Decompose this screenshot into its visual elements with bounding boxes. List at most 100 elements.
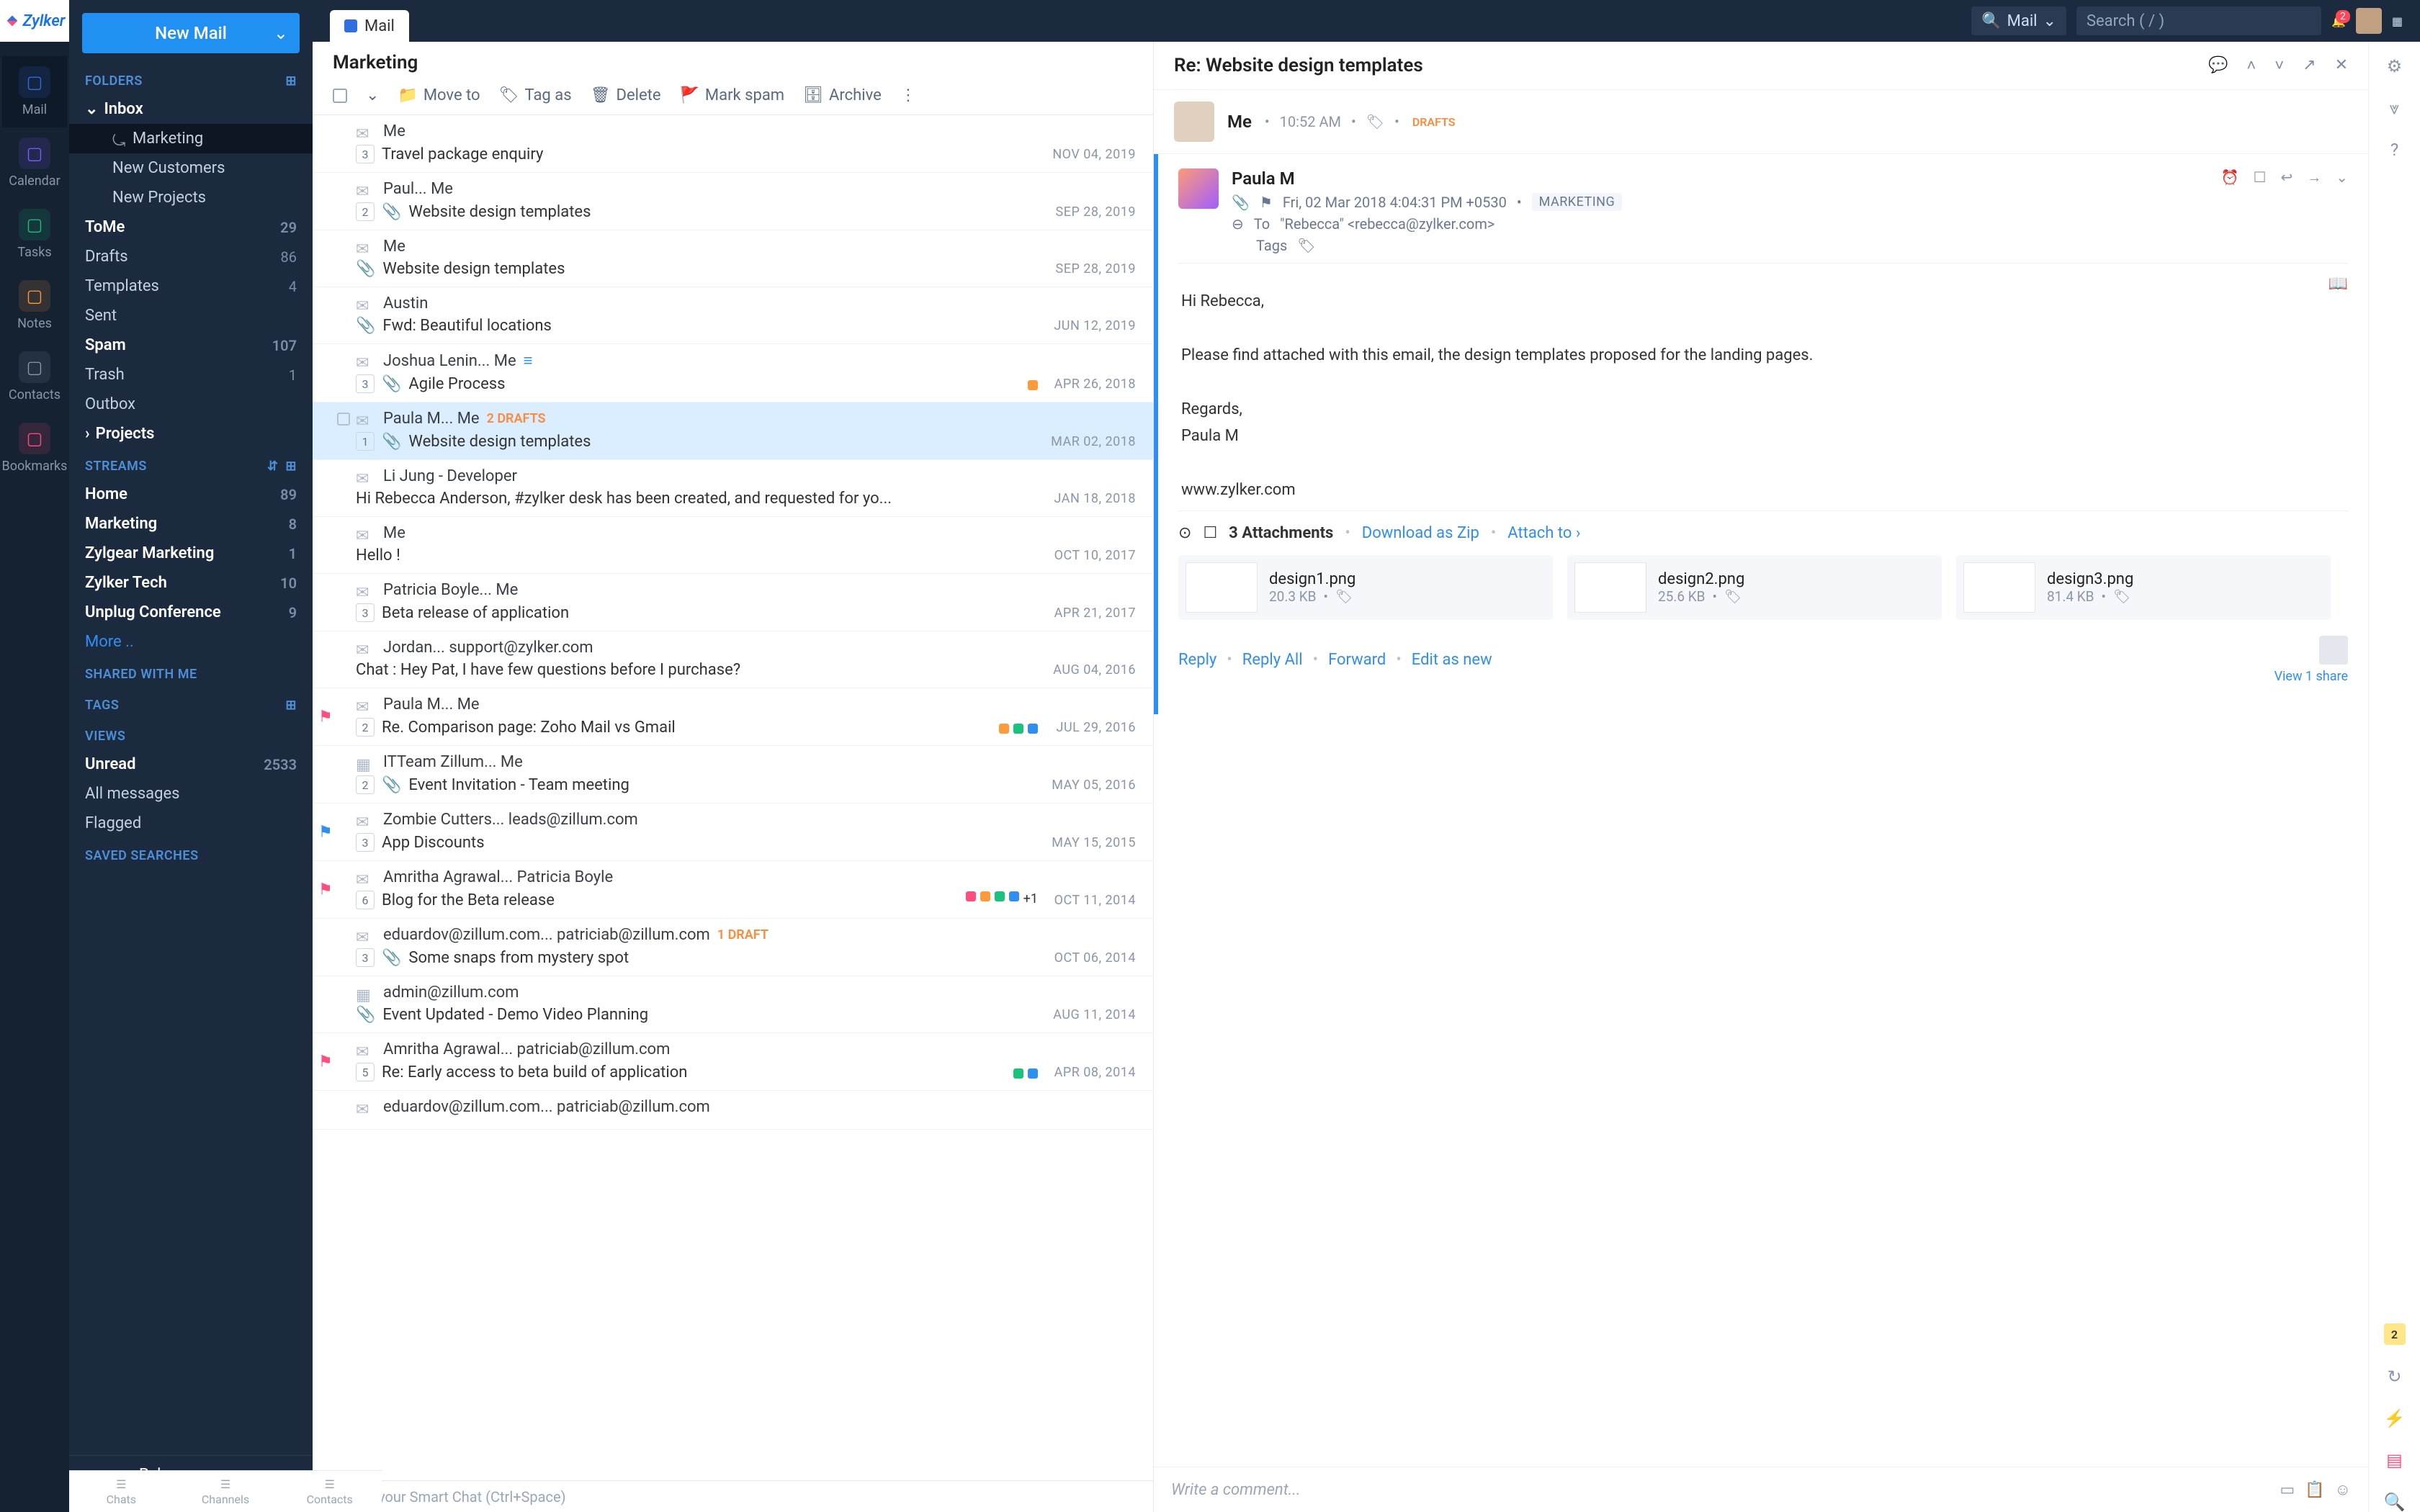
sidebar-item[interactable]: All messages [69,779,313,809]
more-icon[interactable]: ⌄ [2336,168,2348,254]
stream-icon[interactable]: ⇵ [267,459,279,474]
flag-icon[interactable]: ⚑ [1260,194,1273,211]
reader-mode-icon[interactable]: 📖 [2329,271,2348,297]
feedback-icon[interactable]: ▤ [2386,1450,2403,1470]
reminder-icon[interactable]: ⏰ [2221,168,2239,254]
sidebar-item[interactable]: Trash1 [69,360,313,390]
folder-label[interactable]: MARKETING [1532,193,1623,211]
task-icon[interactable]: ☐ [2254,168,2267,254]
rail-tasks[interactable]: ▢Tasks [2,199,68,270]
bottomrail-contacts[interactable]: ☰Contacts [277,1471,382,1512]
flag-icon[interactable]: ⚑ [318,708,333,726]
flag-icon[interactable]: ⚑ [318,1053,333,1071]
notifications-icon[interactable]: 🔔2 [2331,14,2346,28]
flag-icon[interactable]: ⚑ [318,823,333,841]
attach-to-link[interactable]: Attach to › [1507,524,1580,542]
message-row[interactable]: ✉Me📎Website design templatesSEP 28, 2019 [313,230,1153,287]
settings-icon[interactable]: ⚙ [2387,56,2403,76]
editnew-link[interactable]: Edit as new [1412,651,1492,669]
popout-icon[interactable]: ↗ [2303,56,2316,75]
emoji-icon[interactable]: ☺ [2335,1480,2351,1499]
rail-contacts[interactable]: ▢Contacts [2,341,68,413]
sidebar-item[interactable]: Zylker Tech10 [69,568,313,598]
message-row[interactable]: ✉Li Jung - DeveloperHi Rebecca Anderson,… [313,460,1153,517]
rail-bookmarks[interactable]: ▢Bookmarks [2,413,68,484]
tagas-button[interactable]: 🏷 Tag as [499,86,572,104]
message-row[interactable]: ✉MeHello !OCT 10, 2017 [313,517,1153,574]
attach-icon[interactable]: ▭ [2280,1481,2295,1499]
add-folder-icon[interactable]: ⊞ [285,73,297,89]
sidebar-item[interactable]: Spam107 [69,330,313,360]
rail-mail[interactable]: ▢Mail [2,56,68,127]
add-tag-icon[interactable]: ⊞ [285,698,297,713]
sidebar-item[interactable]: Marketing8 [69,509,313,539]
checkbox-icon[interactable]: ☐ [1203,524,1217,542]
message-row[interactable]: ✉Patricia Boyle... Me3Beta release of ap… [313,574,1153,631]
widgets-icon[interactable]: ⩔ [2390,98,2400,118]
download-zip-link[interactable]: Download as Zip [1362,524,1479,542]
sidebar-item[interactable]: Zylgear Marketing1 [69,539,313,568]
delete-button[interactable]: 🗑 Delete [591,86,661,104]
sidebar-item[interactable]: Drafts86 [69,242,313,271]
archive-button[interactable]: 🗄 Archive [803,86,882,104]
message-row[interactable]: ✉eduardov@zillum.com... patriciab@zillum… [313,919,1153,976]
view-shares-link[interactable]: View 1 share [2275,669,2348,684]
next-icon[interactable]: ˅ [2275,56,2284,75]
attachment[interactable]: design3.png81.4 KB • 🏷 [1956,555,2331,620]
sidebar-item[interactable]: Flagged [69,809,313,838]
reply-icon[interactable]: ↩ [2280,168,2293,254]
tab-mail[interactable]: Mail [330,10,409,42]
message-row[interactable]: ⚑✉Amritha Agrawal... Patricia Boyle6Blog… [313,861,1153,919]
message-row[interactable]: ✉Paula M... Me 2 DRAFTS1📎Website design … [313,402,1153,460]
rail-calendar[interactable]: ▢Calendar [2,127,68,199]
moveto-button[interactable]: 📁 Move to [398,86,480,104]
user-avatar[interactable] [2356,8,2382,34]
sidebar-item[interactable]: Home89 [69,480,313,509]
sidebar-item[interactable]: Unplug Conference9 [69,598,313,627]
message-row[interactable]: ✉eduardov@zillum.com... patriciab@zillum… [313,1091,1153,1130]
sidebar-item[interactable]: ›Projects [69,419,313,449]
message-row[interactable]: ✉Paul... Me2📎Website design templatesSEP… [313,173,1153,230]
sidebar-item[interactable]: Outbox [69,390,313,419]
search-input[interactable] [2076,6,2321,35]
rail-notes[interactable]: ▢Notes [2,270,68,341]
sidebar-item[interactable]: Sent [69,301,313,330]
forward-icon[interactable]: → [2307,168,2321,254]
attachment[interactable]: design1.png20.3 KB • 🏷 [1178,555,1553,620]
chat-icon[interactable]: 💬 [2208,56,2228,75]
message-row[interactable]: ▦ITTeam Zillum... Me2📎Event Invitation -… [313,746,1153,804]
bottomrail-channels[interactable]: ☰Channels [174,1471,278,1512]
search-scope[interactable]: 🔍 Mail ⌄ [1971,6,2066,35]
search-icon[interactable]: 🔍 [2384,1492,2406,1512]
prev-icon[interactable]: ˄ [2246,56,2256,75]
draft-summary[interactable]: Me • 10:52 AM • 🏷 • DRAFTS [1154,90,2368,154]
more-icon[interactable]: ⋮ [900,86,916,104]
message-row[interactable]: ⚑✉Paula M... Me2Re. Comparison page: Zoh… [313,688,1153,746]
comment-input[interactable] [1171,1481,2269,1499]
sidebar-item[interactable]: Templates4 [69,271,313,301]
reply-link[interactable]: Reply [1178,651,1216,669]
apps-grid-icon[interactable]: ▦ [2392,14,2403,28]
new-mail-button[interactable]: New Mail ⌄ [82,13,300,53]
bottomrail-chats[interactable]: ☰Chats [69,1471,174,1512]
message-row[interactable]: ⚑✉Zombie Cutters... leads@zillum.com3App… [313,804,1153,861]
select-all-checkbox[interactable] [333,89,347,103]
activity-icon[interactable]: ↻ [2387,1367,2401,1387]
sidebar-item[interactable]: ToMe29 [69,212,313,242]
sidebar-item[interactable]: New Customers [69,153,313,183]
add-tag-icon[interactable]: 🏷 [1297,237,1315,254]
replyall-link[interactable]: Reply All [1242,651,1303,669]
zap-icon[interactable]: ⚡ [2384,1408,2406,1428]
message-row[interactable]: ▦admin@zillum.com📎Event Updated - Demo V… [313,976,1153,1033]
chevron-down-icon[interactable]: ⌄ [366,86,379,104]
message-row[interactable]: ✉Me3Travel package enquiryNOV 04, 2019 [313,115,1153,173]
message-row[interactable]: ⚑✉Amritha Agrawal... patriciab@zillum.co… [313,1033,1153,1091]
expand-icon[interactable]: ⊖ [1232,215,1244,233]
clipboard-icon[interactable]: 📋 [2305,1481,2324,1499]
attachment[interactable]: design2.png25.6 KB • 🏷 [1567,555,1942,620]
message-row[interactable]: ✉Austin📎Fwd: Beautiful locationsJUN 12, … [313,287,1153,344]
badge-icon[interactable]: 2 [2384,1323,2406,1345]
close-icon[interactable]: ✕ [2335,56,2348,75]
sidebar-item[interactable]: New Projects [69,183,313,212]
help-icon[interactable]: ? [2390,140,2398,160]
